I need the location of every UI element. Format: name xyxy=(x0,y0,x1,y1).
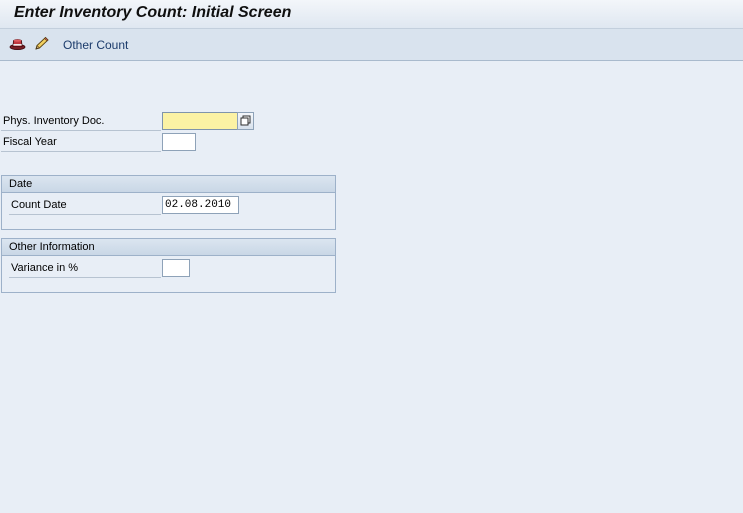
other-information-group: Other Information Variance in % xyxy=(1,238,336,293)
fiscal-year-label: Fiscal Year xyxy=(1,133,161,152)
page-title: Enter Inventory Count: Initial Screen xyxy=(14,4,292,21)
count-date-field[interactable]: 02.08.2010 xyxy=(162,196,239,214)
variance-label: Variance in % xyxy=(9,259,161,278)
hat-icon[interactable] xyxy=(9,36,26,51)
title-bar: Enter Inventory Count: Initial Screen xyxy=(0,0,743,28)
fiscal-year-field[interactable] xyxy=(162,133,196,151)
date-group: Date Count Date 02.08.2010 xyxy=(1,175,336,230)
phys-inventory-doc-field[interactable] xyxy=(162,112,238,130)
main-content: Phys. Inventory Doc. Fiscal Year Date Co… xyxy=(0,61,743,513)
phys-inventory-doc-label: Phys. Inventory Doc. xyxy=(1,112,161,131)
application-toolbar: Other Count xyxy=(0,28,743,61)
count-date-label: Count Date xyxy=(9,196,161,215)
date-group-title: Date xyxy=(2,176,335,193)
other-information-group-title: Other Information xyxy=(2,239,335,256)
pencil-icon[interactable] xyxy=(33,36,50,51)
value-help-button[interactable] xyxy=(237,112,254,130)
variance-field[interactable] xyxy=(162,259,190,277)
value-help-icon xyxy=(240,115,251,126)
other-count-button[interactable]: Other Count xyxy=(63,38,128,52)
